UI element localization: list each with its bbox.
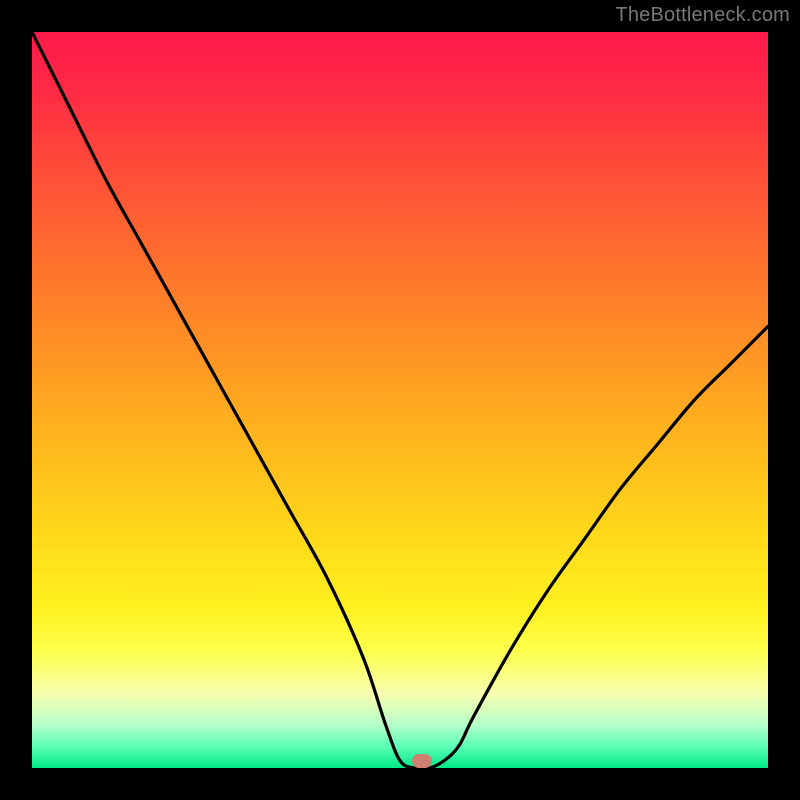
- optimal-point-marker: [412, 754, 432, 768]
- chart-container: TheBottleneck.com: [0, 0, 800, 800]
- watermark-text: TheBottleneck.com: [615, 4, 790, 27]
- plot-area: [32, 32, 768, 768]
- bottleneck-curve: [32, 32, 768, 768]
